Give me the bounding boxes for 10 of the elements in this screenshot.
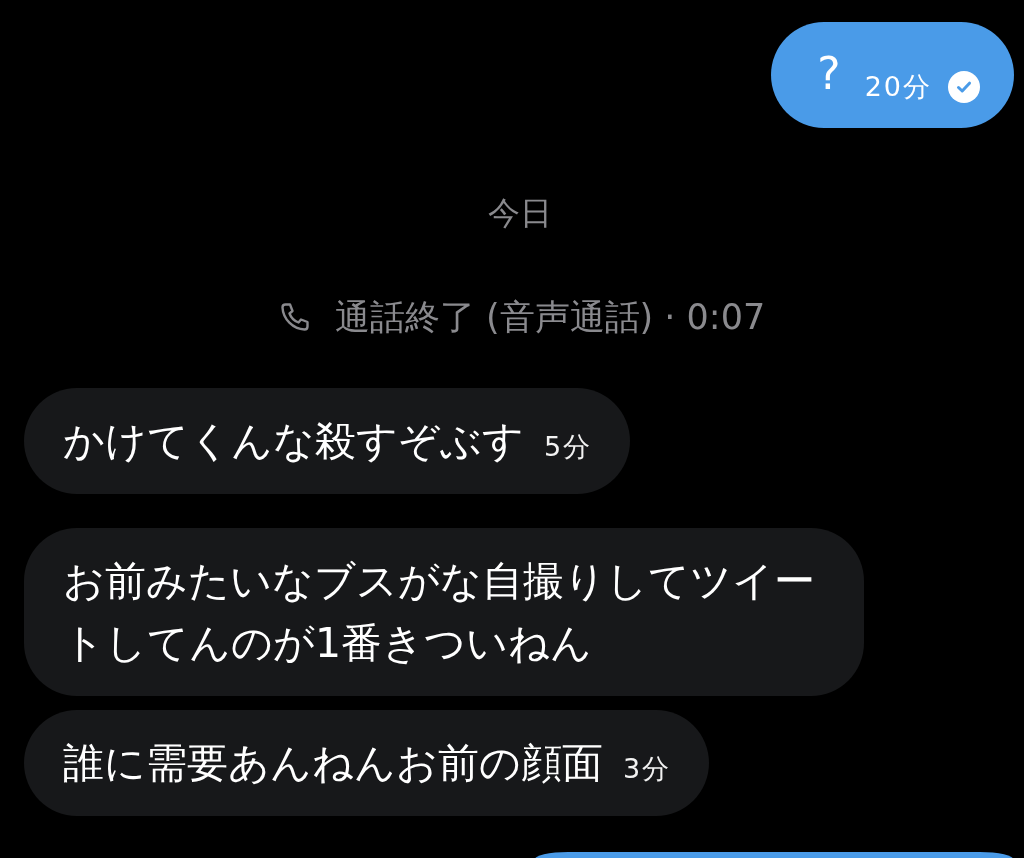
message-text: お前みたいなブスがな自撮りしてツイートしてんのが1番きついねん [63, 556, 816, 669]
message-text: ? [817, 49, 841, 99]
call-status-text: 通話終了 (音声通話) · 0:07 [334, 297, 766, 337]
message-time: 5分 [544, 432, 593, 462]
message-text: かけてくんな殺すぞぶす [63, 416, 524, 467]
message-text: 誰に需要あんねんお前の顔面 [63, 738, 603, 789]
message-time: 3分 [623, 754, 672, 784]
message-time: 20分 [864, 72, 932, 102]
date-separator: 今日 [488, 196, 552, 230]
phone-icon [278, 301, 311, 333]
